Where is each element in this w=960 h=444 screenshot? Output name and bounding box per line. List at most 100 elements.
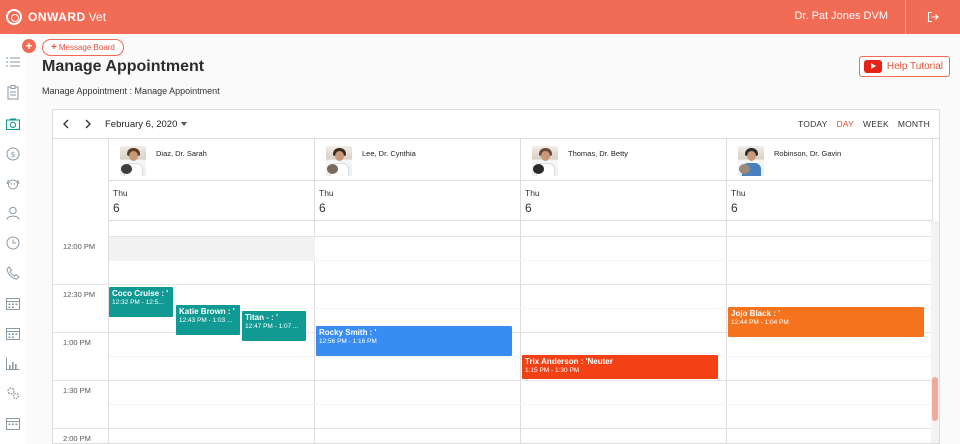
day-number: 6 xyxy=(731,201,738,215)
resource-name: Robinson, Dr. Gavin xyxy=(774,149,842,158)
appointment-event[interactable]: Titan - : ' 12:47 PM - 1:07 ... xyxy=(242,311,306,341)
day-number: 6 xyxy=(525,201,532,215)
resource-name: Thomas, Dr. Betty xyxy=(568,149,629,158)
user-name[interactable]: Dr. Pat Jones DVM xyxy=(794,10,888,22)
brand[interactable]: ONWARD Vet xyxy=(6,9,106,25)
clock-icon[interactable] xyxy=(6,236,20,250)
user-icon[interactable] xyxy=(6,206,20,220)
brand-sub: Vet xyxy=(88,10,107,24)
clipboard-icon[interactable] xyxy=(6,84,20,99)
calendar: February 6, 2020 TODAY DAY WEEK MONTH Di… xyxy=(52,109,940,444)
event-time: 12:44 PM - 1:04 PM xyxy=(731,319,789,326)
day-name: Thu xyxy=(731,188,746,198)
appointment-event[interactable]: Jojo Black : ' 12:44 PM - 1:04 PM xyxy=(728,307,924,337)
date-label: February 6, 2020 xyxy=(105,119,178,130)
resource-header: Diaz, Dr. Sarah xyxy=(109,139,314,181)
dollar-icon[interactable]: $ xyxy=(6,147,20,161)
sidebar: $ xyxy=(0,34,26,444)
event-title: Jojo Black : ' xyxy=(731,309,781,318)
grid-line xyxy=(109,404,933,405)
caret-down-icon xyxy=(181,122,188,127)
calendar-icon[interactable] xyxy=(6,326,20,340)
dog-icon[interactable] xyxy=(6,176,20,190)
event-title: Coco Cruise : ' xyxy=(112,289,169,298)
youtube-icon xyxy=(863,60,882,73)
time-grid: 12:00 PM 12:30 PM 1:00 PM 1:30 PM 2:00 P… xyxy=(53,221,939,443)
plus-icon: + xyxy=(51,42,57,53)
event-title: Rocky Smith : ' xyxy=(319,328,377,337)
appointment-event[interactable]: Coco Cruise : ' 12:32 PM - 12:5... xyxy=(109,287,173,317)
day-number: 6 xyxy=(113,201,120,215)
help-tutorial-button[interactable]: Help Tutorial xyxy=(858,56,950,77)
logout-button[interactable] xyxy=(905,0,960,34)
time-label: 1:30 PM xyxy=(63,386,91,395)
event-time: 12:47 PM - 1:07 ... xyxy=(245,323,299,330)
event-time: 12:56 PM - 1:16 PM xyxy=(319,338,377,345)
chart-icon[interactable] xyxy=(6,356,20,370)
avatar xyxy=(738,146,764,176)
view-switcher: TODAY DAY WEEK MONTH xyxy=(798,119,939,129)
list-icon[interactable] xyxy=(6,55,20,69)
message-board-label: Message Board xyxy=(58,43,115,52)
svg-text:$: $ xyxy=(10,150,15,159)
calendar-toolbar: February 6, 2020 TODAY DAY WEEK MONTH xyxy=(53,110,939,139)
prev-arrow-icon[interactable] xyxy=(62,117,70,132)
appointment-event[interactable]: Katie Brown : ' 12:43 PM - 1:03 ... xyxy=(176,305,240,335)
event-time: 12:43 PM - 1:03 ... xyxy=(179,317,233,324)
grid-line xyxy=(53,380,109,381)
resource-header: Lee, Dr. Cynthia xyxy=(315,139,520,181)
grid-line xyxy=(109,260,933,261)
resource-header: Robinson, Dr. Gavin xyxy=(727,139,932,181)
day-name: Thu xyxy=(113,188,128,198)
resource-header: Thomas, Dr. Betty xyxy=(521,139,726,181)
view-today[interactable]: TODAY xyxy=(798,119,828,129)
message-board-button[interactable]: + Message Board xyxy=(42,39,124,56)
resource-name: Diaz, Dr. Sarah xyxy=(156,149,207,158)
resource-name: Lee, Dr. Cynthia xyxy=(362,149,416,158)
grid-line xyxy=(53,332,109,333)
grid-line xyxy=(53,284,109,285)
grid-line xyxy=(109,380,933,381)
next-arrow-icon[interactable] xyxy=(84,117,92,132)
day-header: Thu 6 xyxy=(109,181,314,221)
vertical-scrollbar[interactable] xyxy=(931,221,939,443)
event-title: Trix Anderson : 'Neuter xyxy=(525,357,613,366)
time-label: 1:00 PM xyxy=(63,338,91,347)
event-time: 12:32 PM - 12:5... xyxy=(112,299,164,306)
event-title: Titan - : ' xyxy=(245,313,278,322)
day-number: 6 xyxy=(319,201,326,215)
settings-icon[interactable] xyxy=(6,386,20,400)
date-picker[interactable]: February 6, 2020 xyxy=(105,119,188,130)
time-label: 12:30 PM xyxy=(63,290,96,299)
appointment-event[interactable]: Rocky Smith : ' 12:56 PM - 1:16 PM xyxy=(316,326,512,356)
breadcrumb: Manage Appointment : Manage Appointment xyxy=(42,86,220,96)
view-day[interactable]: DAY xyxy=(837,119,854,129)
view-week[interactable]: WEEK xyxy=(863,119,889,129)
grid-line xyxy=(109,356,933,357)
day-header: Thu 6 xyxy=(727,181,932,221)
time-label: 2:00 PM xyxy=(63,434,91,443)
grid-line xyxy=(109,428,933,429)
grid-line xyxy=(53,428,109,429)
grid-line xyxy=(109,284,933,285)
scrollbar-thumb[interactable] xyxy=(932,377,938,421)
plus-icon: + xyxy=(25,39,33,53)
unavailable-slot xyxy=(109,236,315,260)
view-month[interactable]: MONTH xyxy=(898,119,930,129)
top-bar: ONWARD Vet Dr. Pat Jones DVM xyxy=(0,0,960,34)
event-time: 1:15 PM - 1:30 PM xyxy=(525,367,580,374)
day-name: Thu xyxy=(525,188,540,198)
avatar xyxy=(120,146,146,176)
avatar xyxy=(326,146,352,176)
day-header: Thu 6 xyxy=(521,181,726,221)
phone-icon[interactable] xyxy=(6,266,20,280)
add-button[interactable]: + xyxy=(22,39,36,53)
brand-name: ONWARD xyxy=(28,10,86,24)
calendar-icon[interactable] xyxy=(6,416,20,430)
appointment-event[interactable]: Trix Anderson : 'Neuter 1:15 PM - 1:30 P… xyxy=(522,355,718,379)
day-name: Thu xyxy=(319,188,334,198)
page-title: Manage Appointment xyxy=(42,58,205,75)
calendar-icon[interactable] xyxy=(6,296,20,310)
event-title: Katie Brown : ' xyxy=(179,307,235,316)
camera-icon[interactable] xyxy=(6,117,20,131)
